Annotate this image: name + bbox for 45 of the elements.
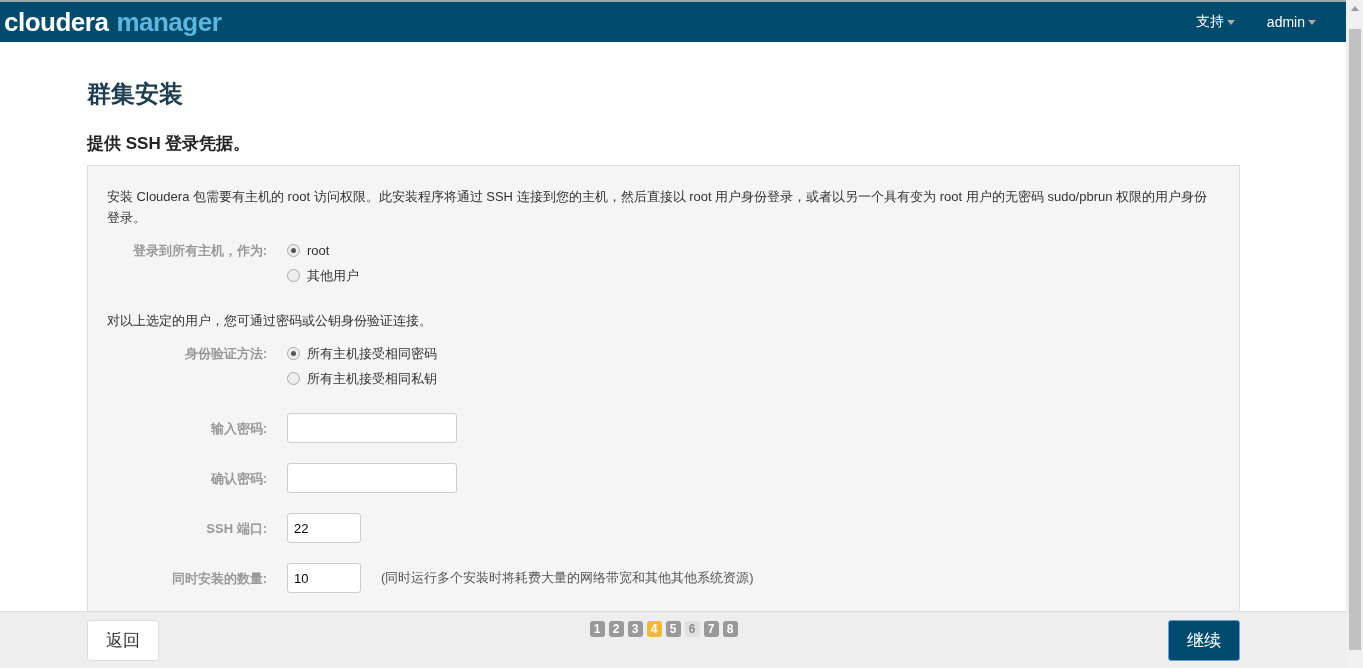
nav-menu[interactable]: 支持 <box>1189 12 1241 32</box>
nav-menu[interactable]: admin <box>1260 13 1322 31</box>
back-button[interactable]: 返回 <box>87 620 159 661</box>
step-indicator: 4 <box>646 621 662 637</box>
field-label: 输入密码: <box>209 419 267 438</box>
step-indicator: 1 <box>589 621 605 637</box>
step-indicator: 3 <box>627 621 643 637</box>
field-label: 同时安装的数量: <box>170 569 267 588</box>
radio-button[interactable] <box>287 372 300 385</box>
intro-text: 安装 Cloudera 包需要有主机的 root 访问权限。此安装程序将通过 SSH 连接到您的主机，然后直接以 root 用户身份登录，或者以另一个具有变为 root 用户的无密码 sudo/pbrun 权限的用户身份登录。 <box>107 188 1209 227</box>
radio-button[interactable] <box>287 347 300 360</box>
step-indicator: 7 <box>703 621 719 637</box>
logo-text: cloudera <box>4 6 109 38</box>
input-field[interactable] <box>287 413 457 443</box>
logo-text: manager <box>116 6 222 38</box>
arrow-up-icon[interactable] <box>1350 6 1359 11</box>
radio-option[interactable]: 所有主机接受相同私钥 <box>287 366 437 391</box>
input-field[interactable] <box>287 463 457 493</box>
radio-button[interactable] <box>287 244 300 257</box>
radio-label: 所有主机接受相同密码 <box>307 345 437 363</box>
step-indicator: 5 <box>665 621 681 637</box>
input-field[interactable]: 10 <box>287 563 361 593</box>
step-indicator: 2 <box>608 621 624 637</box>
radio-label: 其他用户 <box>307 267 359 285</box>
field-label: 确认密码: <box>209 469 267 488</box>
page-title: 群集安装 <box>87 79 184 109</box>
field-label: 身份验证方法: <box>183 345 267 363</box>
radio-button[interactable] <box>287 269 300 282</box>
input-field[interactable]: 22 <box>287 513 361 543</box>
radio-option[interactable]: 所有主机接受相同密码 <box>287 341 437 366</box>
step-indicator: 6 <box>684 621 700 637</box>
radio-option[interactable]: 其他用户 <box>287 263 359 288</box>
field-label: 登录到所有主机，作为: <box>131 242 267 260</box>
radio-label: 所有主机接受相同私钥 <box>307 370 437 388</box>
step-indicator: 8 <box>722 621 738 637</box>
hint-text: (同时运行多个安装时将耗费大量的网络带宽和其他其他系统资源) <box>381 569 754 587</box>
auth-note: 对以上选定的用户，您可通过密码或公钥身份验证连接。 <box>107 312 433 330</box>
radio-label: root <box>307 242 330 260</box>
section-title: 提供 SSH 登录凭据。 <box>87 133 252 155</box>
scrollbar[interactable] <box>1346 0 1363 668</box>
continue-button[interactable]: 继续 <box>1168 620 1240 661</box>
caret-icon <box>1308 19 1316 25</box>
caret-icon <box>1226 19 1235 25</box>
field-label: SSH 端口: <box>205 519 267 538</box>
radio-option[interactable]: root <box>287 238 359 263</box>
